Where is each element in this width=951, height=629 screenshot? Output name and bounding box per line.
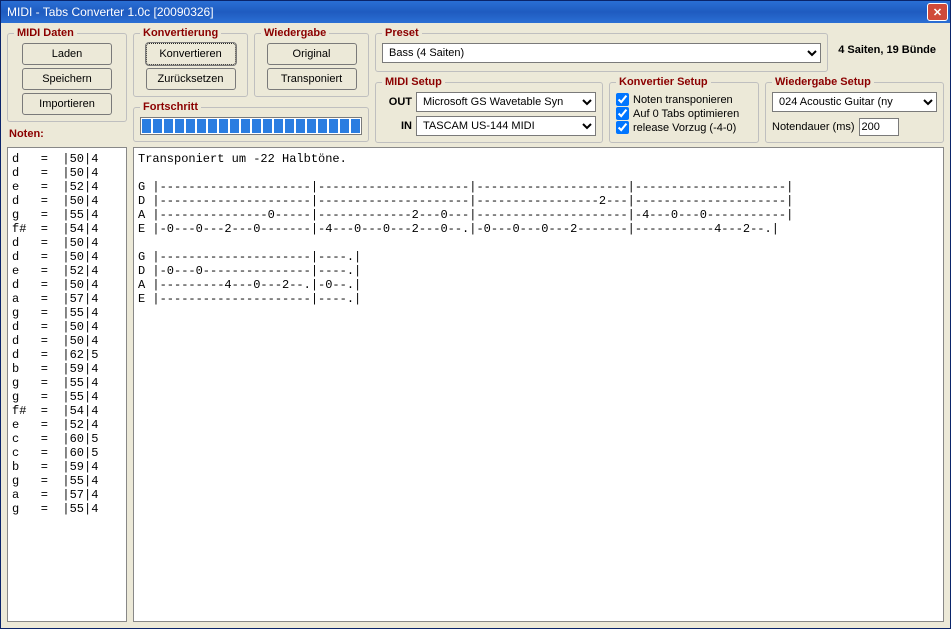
fortschritt-group: Fortschritt [133,101,369,142]
release-vorzug-checkbox[interactable]: release Vorzug (-4-0) [616,121,752,134]
notendauer-input[interactable] [859,118,899,136]
notes-pane[interactable]: d = |50|4 d = |50|4 e = |52|4 d = |50|4 … [7,147,127,622]
wiedergabe-legend: Wiedergabe [261,27,329,39]
konvertier-setup-group: Konvertier Setup Noten transponieren Auf… [609,76,759,143]
midi-daten-legend: MIDI Daten [14,27,77,39]
instrument-select[interactable]: 024 Acoustic Guitar (ny [772,92,937,112]
midi-daten-group: MIDI Daten Laden Speichern Importieren [7,27,127,122]
preset-group: Preset Bass (4 Saiten) [375,27,828,72]
preset-legend: Preset [382,27,422,39]
midi-setup-legend: MIDI Setup [382,76,445,88]
midi-out-select[interactable]: Microsoft GS Wavetable Syn [416,92,596,112]
close-button[interactable]: ✕ [927,3,948,21]
noten-transponieren-checkbox[interactable]: Noten transponieren [616,93,752,106]
release-vorzug-input[interactable] [616,121,629,134]
konvertier-setup-legend: Konvertier Setup [616,76,711,88]
wiedergabe-setup-group: Wiedergabe Setup 024 Acoustic Guitar (ny… [765,76,944,143]
midi-in-select[interactable]: TASCAM US-144 MIDI [416,116,596,136]
importieren-button[interactable]: Importieren [22,93,112,115]
notendauer-label: Notendauer (ms) [772,121,855,133]
wiedergabe-setup-legend: Wiedergabe Setup [772,76,874,88]
middle-column: Konvertierung Konvertieren Zurücksetzen … [133,27,369,143]
setup-row: MIDI Setup OUT Microsoft GS Wavetable Sy… [375,76,944,143]
top-controls-row: MIDI Daten Laden Speichern Importieren N… [7,27,944,143]
tabs-pane[interactable]: Transponiert um -22 Halbtöne. G |-------… [133,147,944,622]
noten-label: Noten: [7,124,127,140]
close-icon: ✕ [933,6,942,19]
right-column: Preset Bass (4 Saiten) 4 Saiten, 19 Bünd… [375,27,944,143]
titlebar: MIDI - Tabs Converter 1.0c [20090326] ✕ [1,1,950,23]
noten-transponieren-input[interactable] [616,93,629,106]
in-label: IN [382,120,412,132]
content-area: MIDI Daten Laden Speichern Importieren N… [1,23,950,628]
tabs-optimieren-input[interactable] [616,107,629,120]
window-title: MIDI - Tabs Converter 1.0c [20090326] [7,5,927,19]
fortschritt-legend: Fortschritt [140,101,201,113]
preset-info: 4 Saiten, 19 Bünde [838,44,944,56]
zuruecksetzen-button[interactable]: Zurücksetzen [146,68,236,90]
original-button[interactable]: Original [267,43,357,65]
transponiert-button[interactable]: Transponiert [267,68,357,90]
midi-setup-group: MIDI Setup OUT Microsoft GS Wavetable Sy… [375,76,603,143]
tabs-optimieren-checkbox[interactable]: Auf 0 Tabs optimieren [616,107,752,120]
progress-bar [140,117,362,135]
speichern-button[interactable]: Speichern [22,68,112,90]
konvertieren-button[interactable]: Konvertieren [146,43,236,65]
app-window: MIDI - Tabs Converter 1.0c [20090326] ✕ … [0,0,951,629]
konvertierung-legend: Konvertierung [140,27,221,39]
main-panels: d = |50|4 d = |50|4 e = |52|4 d = |50|4 … [7,147,944,622]
out-label: OUT [382,96,412,108]
wiedergabe-group: Wiedergabe Original Transponiert [254,27,369,97]
laden-button[interactable]: Laden [22,43,112,65]
preset-select[interactable]: Bass (4 Saiten) [382,43,821,63]
left-column: MIDI Daten Laden Speichern Importieren N… [7,27,127,143]
preset-row: Preset Bass (4 Saiten) 4 Saiten, 19 Bünd… [375,27,944,72]
konvertierung-group: Konvertierung Konvertieren Zurücksetzen [133,27,248,97]
